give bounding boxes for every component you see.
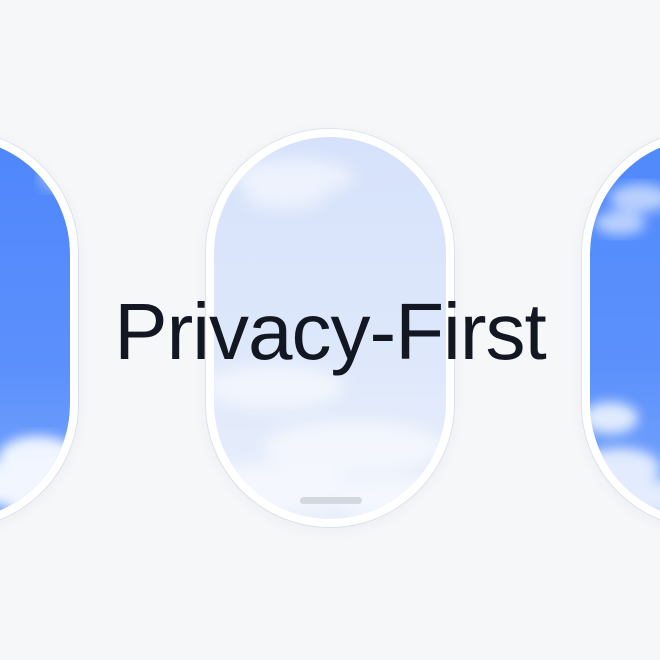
home-indicator — [300, 497, 362, 504]
headline-text: Privacy-First — [114, 287, 546, 376]
hero-illustration: Privacy-First — [0, 0, 660, 660]
